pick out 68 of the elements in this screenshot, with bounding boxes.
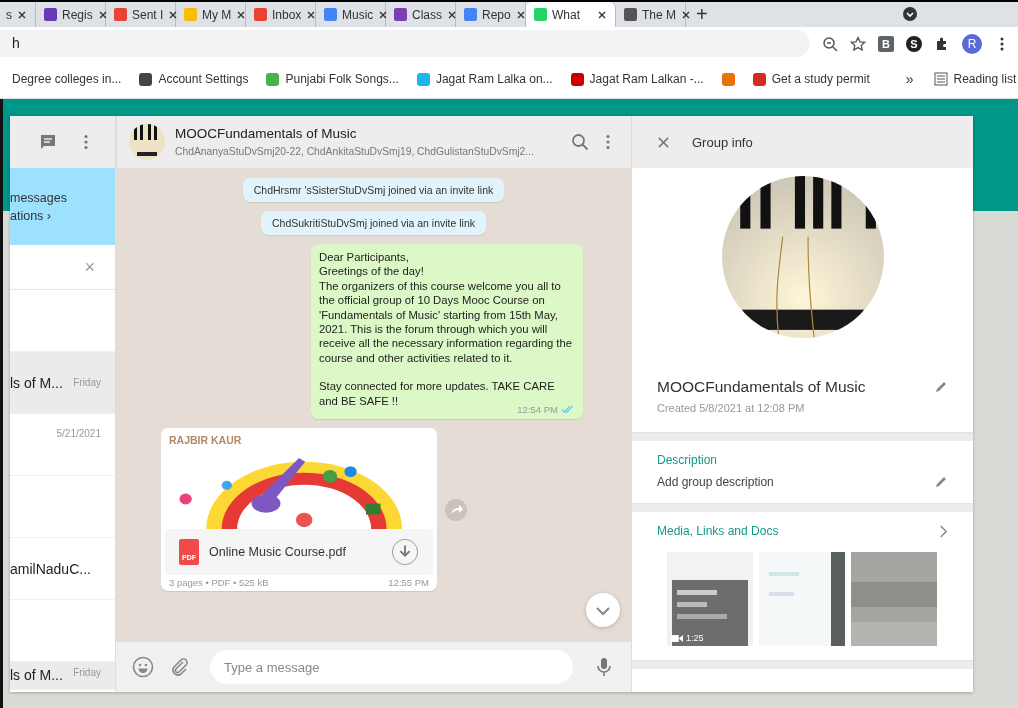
close-icon[interactable] — [681, 9, 691, 20]
chat-time: 5/21/2021 — [56, 428, 101, 439]
search-icon[interactable] — [571, 133, 589, 151]
bookmark[interactable]: Account Settings — [139, 72, 249, 86]
close-icon[interactable] — [306, 9, 317, 20]
panel-title: Group info — [692, 134, 753, 150]
section-heading[interactable]: Media, Links and Docs — [657, 524, 779, 538]
chat-time: Friday — [73, 667, 101, 678]
banner-text: messages — [10, 190, 68, 205]
close-icon[interactable] — [515, 9, 526, 20]
bookmark[interactable]: Jagat Ram Lalka on... — [416, 72, 553, 86]
browser-tab[interactable]: What — [526, 2, 616, 27]
message-input[interactable]: Type a message — [210, 650, 573, 684]
bookmark-icon[interactable] — [721, 72, 735, 86]
bookmark[interactable]: Punjabi Folk Songs... — [266, 72, 399, 86]
close-icon[interactable] — [236, 9, 247, 20]
reading-list-icon — [933, 72, 948, 86]
chat-list-item[interactable]: amilNaduC... — [10, 538, 115, 600]
chat-time: Friday — [73, 377, 101, 388]
profile-button[interactable]: R — [962, 33, 982, 54]
chat-name: amilNaduC... — [10, 560, 91, 577]
message-time: 12:55 PM — [388, 577, 429, 589]
file-details: 3 pages • PDF • 525 kB — [169, 577, 269, 589]
message-time: 12:54 PM — [517, 404, 558, 416]
bookmark[interactable]: Jagat Ram Lalkan -... — [570, 72, 704, 86]
chat-list-item[interactable]: ls of M... Friday — [10, 352, 115, 414]
edit-icon[interactable] — [934, 475, 948, 489]
address-field[interactable]: h — [0, 30, 810, 57]
chat-name: ls of M... — [10, 374, 63, 391]
scroll-down-button[interactable] — [585, 592, 621, 628]
system-message: ChdSukritiStuDvSmj joined via an invite link — [260, 211, 487, 235]
tab-search-icon[interactable] — [902, 6, 918, 22]
emoji-icon[interactable] — [132, 656, 154, 678]
extension-button[interactable]: S — [906, 35, 922, 52]
section-heading: Description — [657, 453, 719, 467]
notification-banner[interactable]: messages ations › — [10, 168, 115, 245]
zoom-icon[interactable] — [822, 35, 838, 52]
chevron-right-icon[interactable] — [939, 524, 948, 538]
chat-name: ls of M... — [10, 667, 63, 683]
close-icon[interactable] — [168, 9, 179, 20]
new-tab-button[interactable]: + — [686, 2, 718, 27]
chat-icon[interactable] — [39, 133, 57, 151]
group-name: MOOCFundamentals of Music — [657, 378, 866, 396]
close-icon[interactable] — [447, 9, 457, 20]
more-bookmarks-button[interactable]: » — [905, 71, 914, 87]
message-text: Dear Participants, Greetings of the day! The organizers of this course welcome you all to the official group of 10 Days Mooc Course on 'Fundamentals of Music' starting from 15th May, 2021. This is the forum through which you will receive all the necessary information regarding the course and other activities related to it. Stay connected for more updates. TAKE CARE and BE SAFE !! — [319, 250, 574, 407]
sender-name: RAJBIR KAUR — [168, 434, 243, 449]
close-icon[interactable] — [97, 9, 108, 20]
system-message: ChdHrsmr 'sSisterStuDvSmj joined via an invite link — [242, 178, 505, 202]
edit-icon[interactable] — [934, 380, 948, 394]
file-name: Online Music Course.pdf — [209, 545, 347, 560]
member-list: ChdAnanyaStuDvSmj20-22, ChdAnkitaStuDvSmj19, ChdGulistanStuDvSmj2... — [175, 145, 534, 159]
download-icon[interactable] — [391, 538, 419, 567]
close-icon[interactable] — [378, 9, 389, 20]
created-date: Created 5/8/2021 at 12:08 PM — [657, 402, 806, 414]
video-duration: 1:25 — [686, 633, 704, 643]
video-camera-icon — [671, 633, 683, 643]
star-icon[interactable] — [850, 35, 866, 52]
description-placeholder[interactable]: Add group description — [657, 475, 774, 489]
close-icon[interactable] — [597, 9, 607, 20]
banner-link[interactable]: ations › — [10, 208, 115, 223]
reading-list-button[interactable]: Reading list — [933, 72, 1017, 86]
chat-list-item[interactable]: ls of M... Friday — [10, 662, 115, 690]
close-icon[interactable] — [17, 9, 27, 20]
bookmark[interactable]: Get a study permit — [752, 72, 870, 86]
extension-button[interactable]: B — [878, 35, 894, 52]
chat-title[interactable]: MOOCFundamentals of Music — [175, 125, 357, 142]
bookmark[interactable]: Degree colleges in... — [12, 72, 122, 86]
